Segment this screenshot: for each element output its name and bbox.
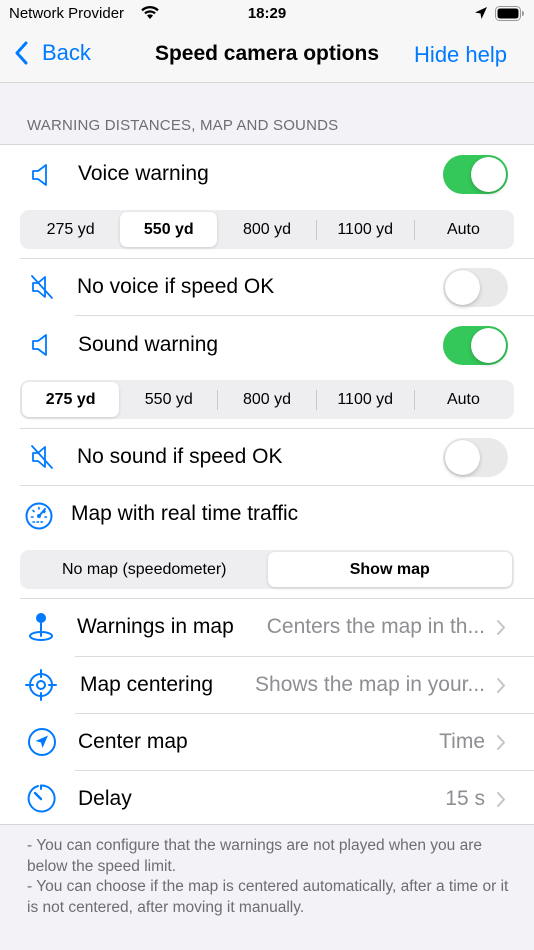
navigation-bar: Back Speed camera options Hide help [0,28,534,83]
delay-row[interactable]: Delay 15 s [0,771,534,826]
help-text-2: - You can choose if the map is centered … [27,878,509,916]
no-sound-row: No sound if speed OK [0,429,534,485]
voice-distance-auto[interactable]: Auto [415,212,512,247]
warnings-in-map-label: Warnings in map [77,615,234,638]
speedometer-icon [24,501,54,536]
voice-distance-1100[interactable]: 1100 yd [317,212,414,247]
crosshair-icon [25,669,57,706]
sound-distance-275[interactable]: 275 yd [22,382,120,417]
no-voice-label: No voice if speed OK [77,275,275,298]
timer-icon [26,782,56,819]
sound-distance-auto[interactable]: Auto [415,382,512,417]
speaker-icon [31,333,51,362]
sound-distance-1100[interactable]: 1100 yd [317,382,414,417]
map-mode-no-map[interactable]: No map (speedometer) [22,552,267,587]
chevron-right-icon [496,677,506,699]
chevron-right-icon [496,619,506,641]
location-services-icon [474,6,488,24]
sound-warning-toggle[interactable] [443,326,508,365]
sound-warning-row: Sound warning [0,316,534,374]
map-mode-segmented: No map (speedometer) Show map [20,550,514,589]
speaker-muted-icon [30,444,54,475]
voice-distance-275[interactable]: 275 yd [22,212,119,247]
no-sound-label: No sound if speed OK [77,445,283,468]
map-pin-icon [27,611,55,648]
map-centering-label: Map centering [80,673,214,696]
no-voice-toggle[interactable] [443,268,508,307]
battery-icon [495,6,525,25]
status-time: 18:29 [247,5,287,22]
hide-help-button[interactable]: Hide help [414,42,507,68]
voice-warning-row: Voice warning [0,145,534,204]
voice-distance-800[interactable]: 800 yd [218,212,315,247]
speaker-icon [31,163,51,192]
warnings-in-map-row[interactable]: Warnings in map Centers the map in th... [0,599,534,656]
voice-distance-segmented: 275 yd 550 yd 800 yd 1100 yd Auto [20,210,514,249]
speaker-muted-icon [30,274,54,305]
help-text-1: - You can configure that the warnings ar… [27,837,482,875]
center-map-label: Center map [78,730,188,753]
map-traffic-label: Map with real time traffic [71,502,299,525]
map-mode-show-map[interactable]: Show map [267,552,512,587]
location-arrow-icon [27,727,57,762]
sound-distance-800[interactable]: 800 yd [218,382,315,417]
map-centering-row[interactable]: Map centering Shows the map in your... [0,657,534,714]
chevron-right-icon [496,791,506,813]
help-footer: - You can configure that the warnings ar… [27,836,512,918]
center-map-value: Time [439,730,485,753]
map-traffic-row: Map with real time traffic [0,486,534,546]
warnings-in-map-value: Centers the map in th... [266,615,485,638]
sound-warning-label: Sound warning [78,333,219,356]
sound-distance-segmented: 275 yd 550 yd 800 yd 1100 yd Auto [20,380,514,419]
no-voice-row: No voice if speed OK [0,259,534,315]
status-bar: Network Provider 18:29 [0,0,534,28]
settings-group: Voice warning 275 yd 550 yd 800 yd 1100 … [0,144,534,825]
voice-warning-label: Voice warning [78,162,209,185]
sound-distance-550[interactable]: 550 yd [120,382,217,417]
no-sound-toggle[interactable] [443,438,508,477]
delay-label: Delay [78,787,132,810]
delay-value: 15 s [445,787,485,810]
voice-warning-toggle[interactable] [443,155,508,194]
center-map-row[interactable]: Center map Time [0,714,534,770]
map-centering-value: Shows the map in your... [255,673,485,696]
chevron-right-icon [496,734,506,756]
voice-distance-550[interactable]: 550 yd [120,212,218,247]
section-header: WARNING DISTANCES, MAP AND SOUNDS [27,117,339,134]
